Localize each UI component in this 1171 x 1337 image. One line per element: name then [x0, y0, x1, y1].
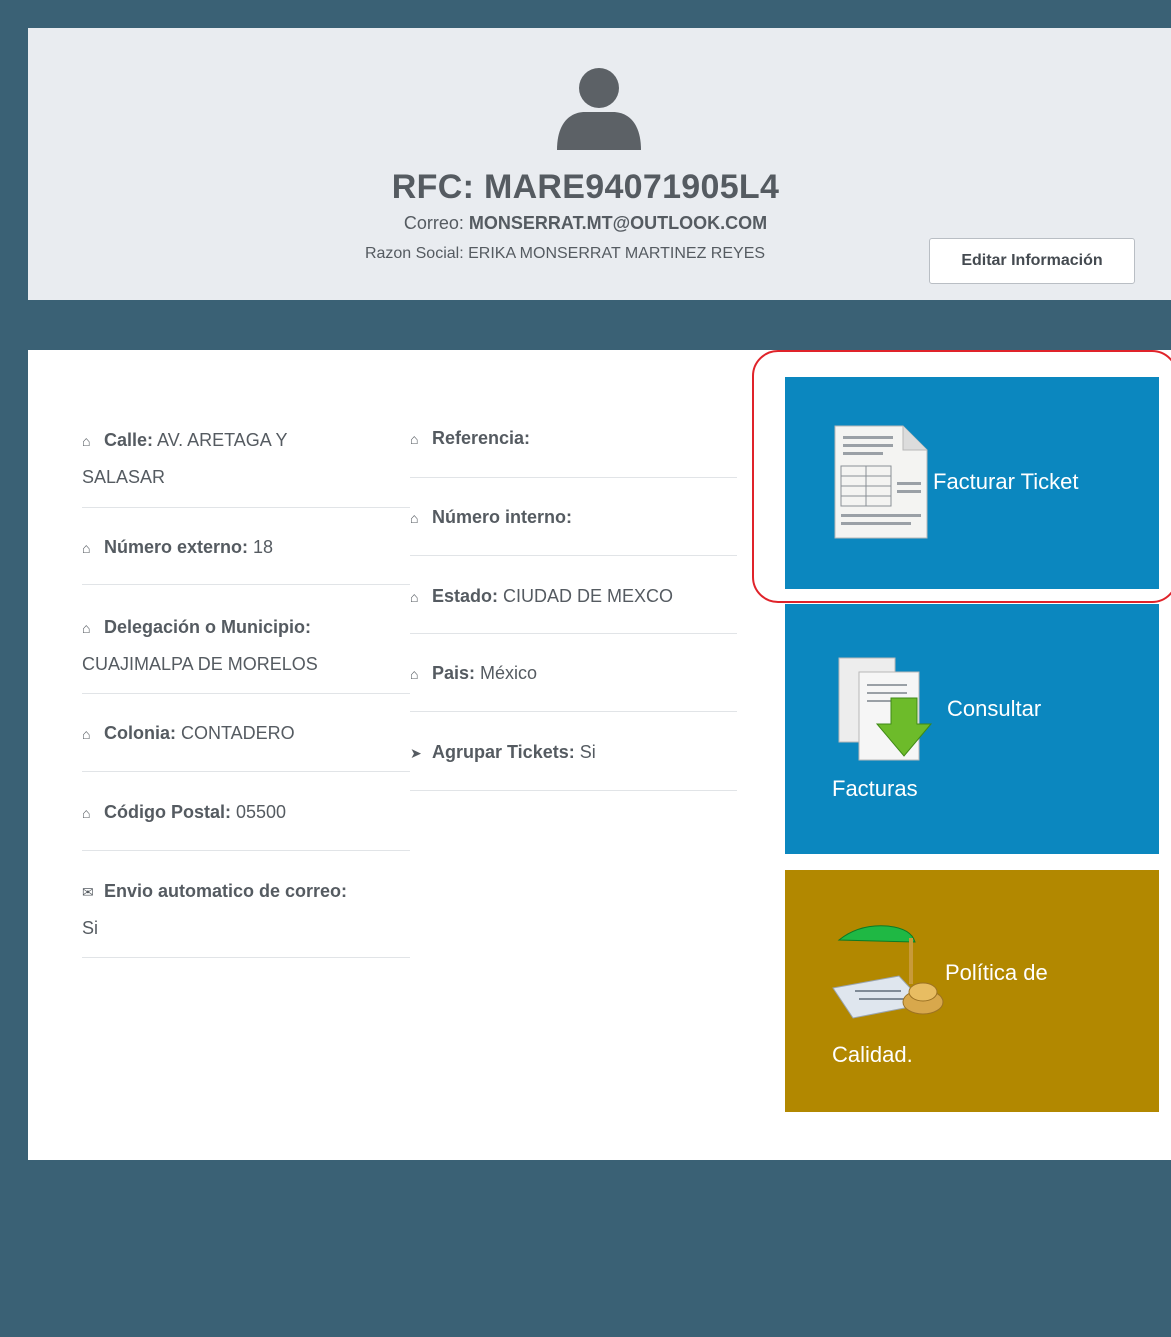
field-codigo-postal: ⌂ Código Postal: 05500	[82, 794, 412, 831]
home-icon: ⌂	[82, 433, 91, 449]
calidad-label: Calidad.	[832, 1042, 913, 1067]
field-delegacion: ⌂ Delegación o Municipio: CUAJIMALPA DE M…	[82, 609, 412, 682]
home-icon: ⌂	[410, 666, 419, 682]
field-agrupar-tickets: ➤ Agrupar Tickets: Si	[410, 734, 740, 771]
home-icon: ⌂	[410, 431, 419, 447]
politica-label: Política de	[945, 960, 1048, 985]
divider	[82, 584, 410, 585]
field-envio-correo: ✉ Envio automatico de correo: Si	[82, 873, 412, 946]
divider	[82, 507, 410, 508]
field-referencia: ⌂ Referencia:	[410, 420, 740, 457]
facturar-ticket-tile[interactable]: Facturar Ticket	[785, 377, 1159, 589]
field-numero-externo: ⌂ Número externo: 18	[82, 529, 412, 566]
divider	[410, 555, 737, 556]
divider	[82, 693, 410, 694]
consultar-facturas-tile[interactable]: Consultar Facturas	[785, 604, 1159, 854]
email-value: MONSERRAT.MT@OUTLOOK.COM	[468, 213, 768, 233]
field-colonia: ⌂ Colonia: CONTADERO	[82, 715, 412, 752]
divider	[410, 477, 737, 478]
email-line: Correo: MONSERRAT.MT@OUTLOOK.COM	[0, 213, 1171, 234]
field-estado: ⌂ Estado: CIUDAD DE MEXCO	[410, 578, 740, 615]
divider	[410, 633, 737, 634]
home-icon: ⌂	[82, 620, 91, 636]
divider	[82, 771, 410, 772]
home-icon: ⌂	[82, 805, 91, 821]
politica-calidad-tile[interactable]: Política de Calidad.	[785, 870, 1159, 1112]
field-calle: ⌂ Calle: AV. ARETAGA Y SALASAR	[82, 422, 402, 495]
divider	[82, 957, 410, 958]
edit-info-button[interactable]: Editar Información	[929, 238, 1135, 284]
email-label: Correo:	[403, 213, 464, 233]
home-icon: ⌂	[410, 589, 419, 605]
rfc-title: RFC: MARE94071905L4	[391, 168, 780, 206]
divider	[410, 790, 737, 791]
download-documents-icon	[838, 657, 933, 761]
user-avatar-icon	[557, 68, 641, 150]
facturas-label: Facturas	[832, 776, 918, 801]
home-icon: ⌂	[410, 510, 419, 526]
home-icon: ⌂	[82, 726, 91, 742]
consultar-label: Consultar	[947, 696, 1042, 721]
facturar-ticket-label: Facturar Ticket	[933, 469, 1079, 494]
tag-icon: ➤	[410, 745, 422, 761]
divider	[82, 850, 410, 851]
envelope-icon: ✉	[82, 884, 94, 900]
field-pais: ⌂ Pais: México	[410, 655, 740, 692]
field-numero-interno: ⌂ Número interno:	[410, 499, 740, 536]
home-icon: ⌂	[82, 540, 91, 556]
divider	[410, 711, 737, 712]
desk-lamp-icon	[832, 925, 944, 1019]
invoice-document-icon	[834, 425, 928, 539]
